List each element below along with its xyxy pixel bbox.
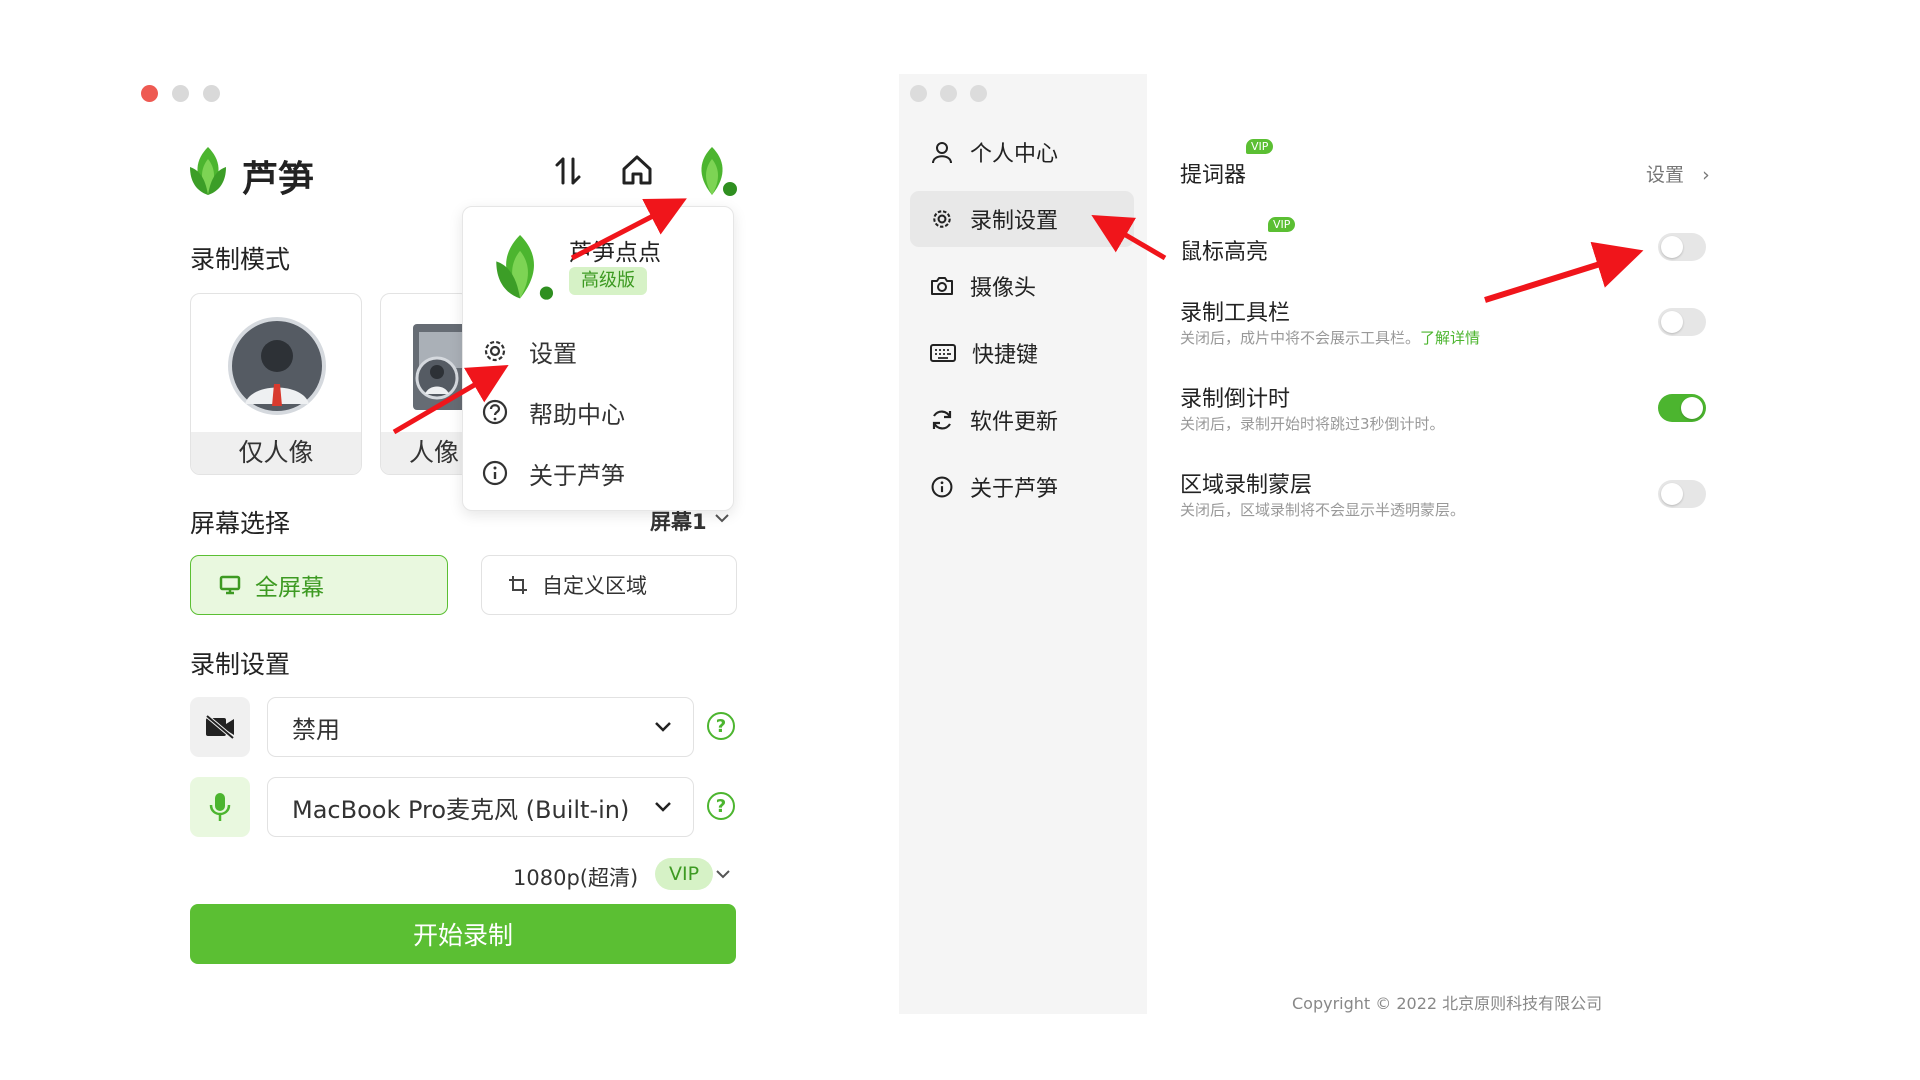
microphone-select-value: MacBook Pro麦克风 (Built-in) <box>292 795 630 824</box>
microphone-icon <box>209 793 231 821</box>
camera-icon <box>931 277 953 295</box>
nav-label: 录制设置 <box>970 209 1059 234</box>
zoom-window-button[interactable] <box>970 85 987 102</box>
gear-icon <box>933 210 951 228</box>
record-mode-title: 录制模式 <box>190 245 291 274</box>
vip-badge: VIP <box>655 858 714 890</box>
record-settings-title: 录制设置 <box>190 650 291 679</box>
chevron-down-icon[interactable] <box>715 868 731 880</box>
record-toolbar-toggle[interactable] <box>1658 308 1706 336</box>
nav-item-update[interactable]: 软件更新 <box>910 392 1134 448</box>
camera-select[interactable]: 禁用 <box>267 697 694 757</box>
arrow-to-mouse-highlight <box>1484 241 1644 303</box>
home-icon[interactable] <box>620 153 654 187</box>
chevron-down-icon[interactable] <box>714 512 730 524</box>
resolution-value[interactable]: 1080p(超清) <box>513 862 638 892</box>
app-logo-icon <box>190 147 226 195</box>
info-icon <box>482 460 508 486</box>
mouse-highlight-title: 鼠标高亮 <box>1180 240 1269 265</box>
nav-item-about[interactable]: 关于芦笋 <box>910 459 1134 515</box>
menu-item-about[interactable]: 关于芦笋 <box>481 453 625 493</box>
menu-item-help[interactable]: 帮助中心 <box>481 392 625 432</box>
nav-label: 摄像头 <box>970 276 1037 301</box>
prompter-title: 提词器 <box>1180 163 1247 188</box>
monitor-icon <box>219 575 241 595</box>
countdown-title: 录制倒计时 <box>1180 387 1291 412</box>
prompter-settings-label: 设置 <box>1646 164 1685 186</box>
nav-label: 快捷键 <box>972 343 1039 368</box>
zoom-window-button[interactable] <box>203 85 220 102</box>
close-window-button[interactable] <box>141 85 158 102</box>
question-icon <box>482 399 508 425</box>
chevron-down-icon <box>655 802 671 812</box>
vip-tag: VIP <box>1246 139 1274 154</box>
nav-label: 软件更新 <box>970 410 1059 435</box>
nav-label: 关于芦笋 <box>970 477 1059 502</box>
crop-icon <box>509 576 527 594</box>
chevron-right-icon: › <box>1702 164 1710 186</box>
vip-tag: VIP <box>1268 217 1296 232</box>
close-window-button[interactable] <box>910 85 927 102</box>
app-name: 芦笋 <box>242 159 315 200</box>
learn-more-link[interactable]: 了解详情 <box>1420 329 1480 347</box>
nav-label: 个人中心 <box>970 142 1059 167</box>
user-avatar-icon[interactable] <box>690 145 740 199</box>
gear-icon <box>484 340 506 362</box>
user-name: 芦笋点点 <box>569 240 661 266</box>
custom-area-label: 自定义区域 <box>542 574 647 598</box>
camera-toggle[interactable] <box>190 697 250 757</box>
minimize-window-button[interactable] <box>172 85 189 102</box>
custom-area-option[interactable]: 自定义区域 <box>481 555 737 615</box>
copyright-text: Copyright © 2022 北京原则科技有限公司 <box>1292 994 1603 1013</box>
microphone-select[interactable]: MacBook Pro麦克风 (Built-in) <box>267 777 694 837</box>
mode-card-portrait-screen[interactable]: 人像+ <box>380 293 470 475</box>
prompter-settings-link[interactable]: 设置 › <box>1646 160 1710 187</box>
area-overlay-title: 区域录制蒙层 <box>1180 473 1313 498</box>
fullscreen-option[interactable]: 全屏幕 <box>190 555 448 615</box>
camera-select-value: 禁用 <box>292 715 340 744</box>
record-toolbar-title: 录制工具栏 <box>1180 301 1291 326</box>
start-recording-button[interactable]: 开始录制 <box>190 904 736 964</box>
minimize-window-button[interactable] <box>940 85 957 102</box>
fullscreen-label: 全屏幕 <box>255 575 324 601</box>
nav-item-camera[interactable]: 摄像头 <box>910 258 1134 314</box>
nav-item-shortcuts[interactable]: 快捷键 <box>910 325 1134 381</box>
record-toolbar-desc: 关闭后，成片中将不会展示工具栏。了解详情 <box>1180 327 1480 348</box>
menu-item-label: 设置 <box>529 339 577 368</box>
info-icon <box>931 476 953 498</box>
camera-off-icon <box>205 714 235 740</box>
countdown-desc: 关闭后，录制开始时将跳过3秒倒计时。 <box>1180 415 1445 433</box>
portrait-avatar-icon <box>228 317 326 415</box>
area-overlay-toggle[interactable] <box>1658 480 1706 508</box>
mouse-highlight-toggle[interactable] <box>1658 233 1706 261</box>
user-avatar-icon <box>496 235 556 303</box>
area-overlay-desc: 关闭后，区域录制将不会显示半透明蒙层。 <box>1180 501 1466 519</box>
record-toolbar-desc-text: 关闭后，成片中将不会展示工具栏。 <box>1180 329 1421 347</box>
mode-card-portrait-only[interactable]: 仅人像 <box>190 293 362 475</box>
menu-item-label: 关于芦笋 <box>529 461 625 490</box>
person-icon <box>932 142 952 164</box>
microphone-help-icon[interactable]: ? <box>707 792 735 820</box>
nav-item-record-settings[interactable]: 录制设置 <box>910 191 1134 247</box>
menu-item-label: 帮助中心 <box>529 400 625 429</box>
mode-label: 人像+ <box>381 432 469 474</box>
nav-item-profile[interactable]: 个人中心 <box>910 124 1134 180</box>
plan-badge: 高级版 <box>569 267 647 295</box>
countdown-toggle[interactable] <box>1658 394 1706 422</box>
menu-item-settings[interactable]: 设置 <box>481 331 577 371</box>
camera-help-icon[interactable]: ? <box>707 712 735 740</box>
refresh-icon <box>932 410 952 430</box>
user-dropdown-menu: 芦笋点点 高级版 设置 帮助中心 关于芦笋 <box>462 206 734 511</box>
screen-select-title: 屏幕选择 <box>190 509 291 538</box>
keyboard-icon <box>930 344 956 362</box>
mode-label: 仅人像 <box>191 432 361 474</box>
chevron-down-icon <box>655 722 671 732</box>
mic-toggle[interactable] <box>190 777 250 837</box>
sort-icon[interactable] <box>554 155 582 187</box>
